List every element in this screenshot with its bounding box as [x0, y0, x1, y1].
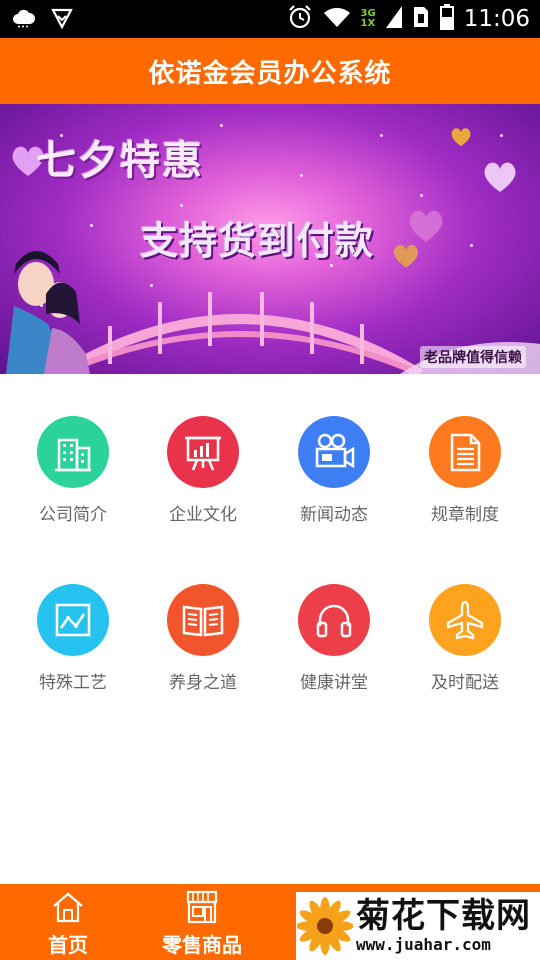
- presentation-board-icon: [167, 416, 239, 488]
- watermark: 菊花下载网 www.juahar.com: [296, 892, 540, 960]
- app-header: 依诺金会员办公系统: [0, 38, 540, 104]
- grid-item-label: 健康讲堂: [300, 673, 368, 693]
- watermark-url: www.juahar.com: [356, 935, 491, 954]
- tab-label: 零售商品: [162, 933, 242, 957]
- banner-title: 七夕特惠: [36, 138, 204, 184]
- grid-item-health-lecture[interactable]: 健康讲堂: [269, 584, 399, 704]
- sparkle: [300, 174, 303, 177]
- sparkle: [380, 134, 383, 137]
- network-type: 3G 1X: [360, 8, 376, 29]
- grid-item-label: 特殊工艺: [39, 673, 107, 693]
- grid-item-label: 规章制度: [431, 505, 499, 525]
- grid-item-regulations[interactable]: 规章制度: [400, 416, 530, 536]
- sparkle: [90, 224, 93, 227]
- building-icon: [37, 416, 109, 488]
- store-icon: [184, 887, 220, 927]
- sparkle: [470, 244, 473, 247]
- watermark-brand: 菊花下载网: [356, 896, 531, 936]
- line-chart-icon: [37, 584, 109, 656]
- grid-item-label: 及时配送: [431, 673, 499, 693]
- feature-grid: 公司简介 企业文化 新闻动态 规章制度 特殊工艺 养身之道 健康讲堂 及时配送: [0, 374, 540, 884]
- grid-item-delivery[interactable]: 及时配送: [400, 584, 530, 704]
- tab-label: 首页: [48, 933, 88, 957]
- sim-icon: [412, 5, 430, 33]
- grid-item-label: 新闻动态: [300, 505, 368, 525]
- cloud-icon: [12, 8, 36, 32]
- grid-item-health-preservation[interactable]: 养身之道: [138, 584, 268, 704]
- grid-item-label: 公司简介: [39, 505, 107, 525]
- sparkle: [420, 194, 423, 197]
- open-book-icon: [167, 584, 239, 656]
- clock: 11:06: [463, 6, 530, 32]
- tab-home[interactable]: 首页: [20, 884, 116, 960]
- alarm-icon: [287, 4, 313, 34]
- grid-item-news[interactable]: 新闻动态: [269, 416, 399, 536]
- heart-icon: [451, 128, 471, 147]
- tab-retail-products[interactable]: 零售商品: [150, 884, 254, 960]
- page-title: 依诺金会员办公系统: [148, 58, 392, 89]
- document-icon: [429, 416, 501, 488]
- airplane-icon: [429, 584, 501, 656]
- grid-item-corporate-culture[interactable]: 企业文化: [138, 416, 268, 536]
- grid-item-special-craft[interactable]: 特殊工艺: [8, 584, 138, 704]
- banner-slogan: 老品牌值得信赖: [420, 346, 526, 368]
- promo-banner[interactable]: 七夕特惠 支持货到付款 老品牌值得信赖: [0, 104, 540, 374]
- grid-item-company-intro[interactable]: 公司简介: [8, 416, 138, 536]
- status-bar: 3G 1X 11:06: [0, 0, 540, 38]
- wifi-icon: [323, 6, 351, 32]
- sparkle: [180, 204, 183, 207]
- video-camera-icon: [298, 416, 370, 488]
- grid-item-label: 养身之道: [169, 673, 237, 693]
- banner-subtitle: 支持货到付款: [140, 219, 375, 263]
- signal-icon: [385, 6, 402, 32]
- headphones-icon: [298, 584, 370, 656]
- home-icon: [51, 887, 85, 927]
- sparkle: [220, 124, 223, 127]
- vpn-shield-icon: [50, 6, 74, 34]
- grid-item-label: 企业文化: [169, 505, 237, 525]
- heart-icon: [484, 162, 516, 192]
- heart-icon: [409, 210, 443, 242]
- sparkle: [500, 134, 503, 137]
- battery-icon: [439, 4, 454, 34]
- couple-illustration: [6, 251, 90, 374]
- flower-logo-icon: [296, 894, 354, 958]
